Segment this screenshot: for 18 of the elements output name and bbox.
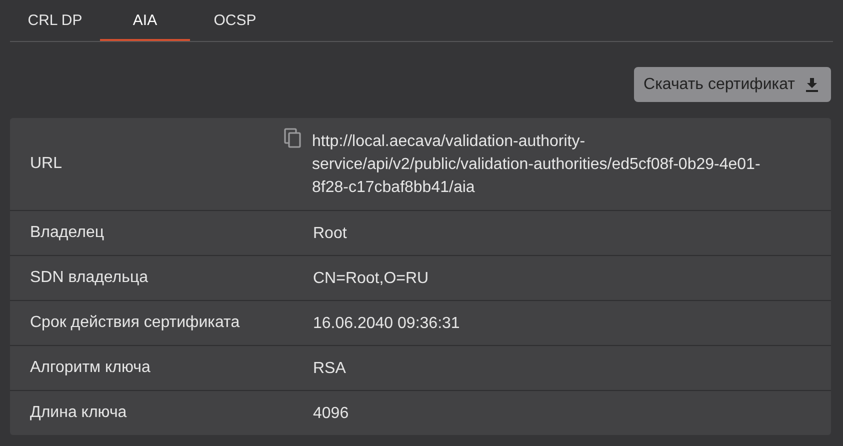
download-button[interactable]: Скачать сертификат xyxy=(634,67,831,102)
field-label: Длина ключа xyxy=(29,404,128,422)
tab[interactable]: AIA xyxy=(100,0,190,41)
field-label: Срок действия сертификата xyxy=(29,314,241,332)
field-label: Владелец xyxy=(29,224,106,242)
field-value: http://local.aecava/validation-authority-service/api/v2/public/validation-authorities/ed5cf08f-0b29-4e01-8f28-c17cbaf8bb41/aia xyxy=(312,132,762,198)
field-value: 16.06.2040 09:36:31 xyxy=(313,314,460,334)
field-value: 4096 xyxy=(313,404,349,424)
field-label: SDN владельца xyxy=(29,269,150,287)
field-value: CN=Root,O=RU xyxy=(313,268,429,288)
copy-icon[interactable] xyxy=(284,128,302,148)
download-icon xyxy=(805,78,819,92)
tab[interactable]: OCSP xyxy=(190,0,280,41)
tab[interactable]: CRL DP xyxy=(10,0,100,41)
field-value: Root xyxy=(313,224,347,244)
field-value: RSA xyxy=(313,358,346,378)
field-label: Алгоритм ключа xyxy=(29,359,152,377)
field-label: URL xyxy=(29,155,64,173)
